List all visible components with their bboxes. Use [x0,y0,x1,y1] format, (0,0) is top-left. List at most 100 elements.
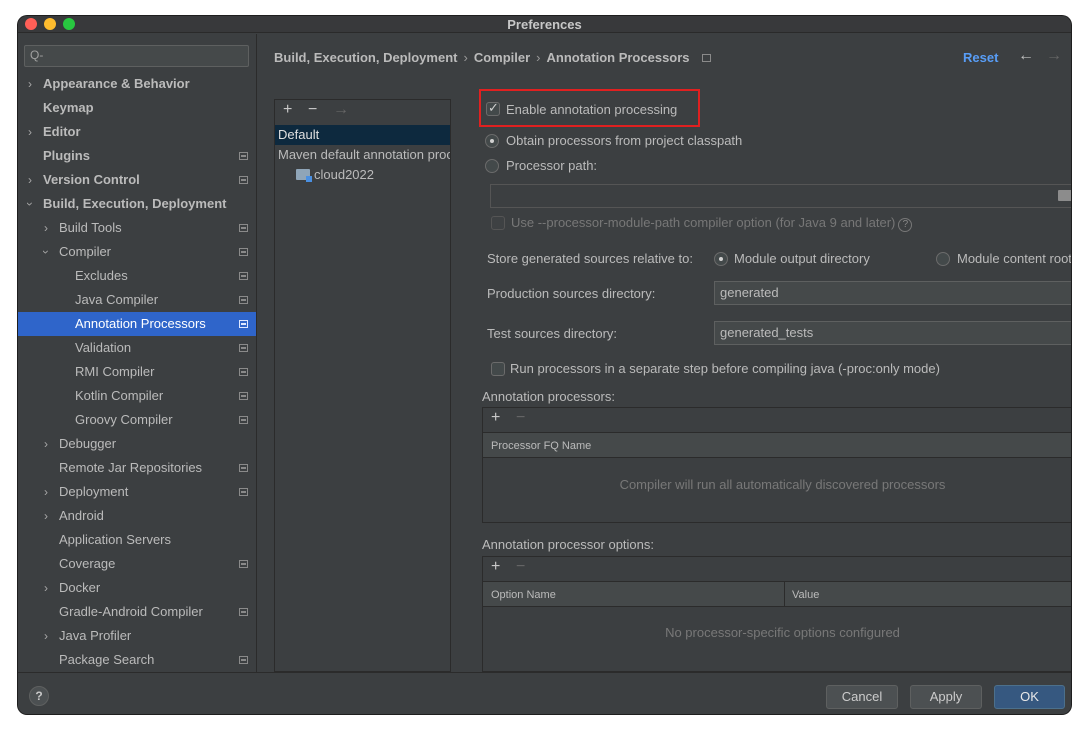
sidebar-item-label: Annotation Processors [75,316,206,331]
reset-link[interactable]: Reset [963,50,998,65]
profile-item-maven-default[interactable]: Maven default annotation processors prof… [275,145,450,165]
sidebar-item-gradle-android-compiler[interactable]: Gradle-Android Compiler [18,600,256,624]
sidebar-item-java-compiler[interactable]: Java Compiler [18,288,256,312]
sidebar-item-label: Gradle-Android Compiler [59,604,203,619]
search-input[interactable]: Q- [24,45,249,67]
sidebar-item-label: Debugger [59,436,117,451]
project-settings-icon [239,320,248,328]
sidebar-item-label: Groovy Compiler [75,412,173,427]
dialog-footer: ? Cancel Apply OK [18,672,1071,714]
add-processor-button[interactable]: + [491,409,500,427]
sidebar-item-label: Validation [75,340,132,355]
sidebar-item-keymap[interactable]: Keymap [18,96,256,120]
sidebar-item-build-execution-deployment[interactable]: › Build, Execution, Deployment [18,192,256,216]
options-toolbar: + − [483,557,1071,581]
remove-processor-button[interactable]: − [516,409,525,427]
enable-annotation-processing-checkbox[interactable] [486,100,500,116]
back-arrow-icon[interactable]: ← [1018,47,1034,65]
chevron-down-icon: › [39,250,53,254]
project-settings-icon [239,488,248,496]
processor-options-table: + − Option Name Value No processor-speci… [482,556,1071,672]
project-settings-icon [239,392,248,400]
breadcrumb-item-current: Annotation Processors [546,50,690,65]
sidebar-item-java-profiler[interactable]: › Java Profiler [18,624,256,648]
column-header-option-name[interactable]: Option Name [491,582,556,608]
profile-module-cloud2022[interactable]: cloud2022 [275,165,450,185]
sidebar-item-rmi-compiler[interactable]: RMI Compiler [18,360,256,384]
options-table-header: Option Name Value [483,581,1071,607]
module-output-directory-radio[interactable] [714,252,728,266]
processors-table-header: Processor FQ Name [483,432,1071,458]
sidebar-item-android[interactable]: › Android [18,504,256,528]
breadcrumb-separator: › [536,50,541,65]
move-profile-button[interactable]: → [333,101,349,119]
sidebar-item-label: Build, Execution, Deployment [43,196,227,211]
sidebar-item-appearance-behavior[interactable]: › Appearance & Behavior [18,72,256,96]
apply-button[interactable]: Apply [910,685,982,709]
obtain-from-classpath-radio[interactable] [485,134,499,148]
sidebar-item-label: RMI Compiler [75,364,155,379]
sidebar-item-application-servers[interactable]: Application Servers [18,528,256,552]
sidebar-item-compiler[interactable]: › Compiler [18,240,256,264]
module-content-root-radio[interactable] [936,252,950,266]
chevron-right-icon: › [44,221,48,235]
sidebar-item-label: Editor [43,124,81,139]
sidebar-item-docker[interactable]: › Docker [18,576,256,600]
project-settings-icon [239,368,248,376]
sidebar-item-kotlin-compiler[interactable]: Kotlin Compiler [18,384,256,408]
column-header-processor-fq-name[interactable]: Processor FQ Name [491,433,591,459]
separate-step-checkbox[interactable] [491,362,505,376]
breadcrumb-item[interactable]: Compiler [474,50,530,65]
sidebar-item-debugger[interactable]: › Debugger [18,432,256,456]
sidebar-item-excludes[interactable]: Excludes [18,264,256,288]
sidebar-item-label: Package Search [59,652,155,667]
project-settings-icon [239,608,248,616]
sidebar-item-label: Docker [59,580,101,595]
sidebar-item-label: Android [59,508,104,523]
help-icon[interactable]: ? [898,218,913,232]
sidebar-item-label: Kotlin Compiler [75,388,164,403]
processor-path-field[interactable] [490,184,1071,208]
project-settings-icon [239,416,248,424]
sidebar-item-validation[interactable]: Validation [18,336,256,360]
sidebar-item-remote-jar-repositories[interactable]: Remote Jar Repositories [18,456,256,480]
processor-module-path-checkbox[interactable] [491,216,505,230]
breadcrumb-item[interactable]: Build, Execution, Deployment [274,50,457,65]
processors-toolbar: + − [483,408,1071,432]
test-sources-input[interactable]: generated_tests [714,321,1071,345]
help-button[interactable]: ? [29,686,49,706]
sidebar-item-annotation-processors[interactable]: Annotation Processors [18,312,256,336]
sidebar-item-package-search[interactable]: Package Search [18,648,256,672]
sidebar-item-version-control[interactable]: › Version Control [18,168,256,192]
sidebar-item-label: Appearance & Behavior [43,76,190,91]
browse-folder-icon[interactable] [1058,190,1071,201]
profiles-toolbar: + − → [275,100,450,124]
remove-profile-button[interactable]: − [308,101,317,119]
project-settings-icon [239,560,248,568]
add-option-button[interactable]: + [491,558,500,576]
project-settings-icon [239,464,248,472]
forward-arrow-icon[interactable]: → [1046,47,1062,65]
ok-button[interactable]: OK [994,685,1065,709]
sidebar-item-label: Deployment [59,484,129,499]
sidebar-item-plugins[interactable]: Plugins [18,144,256,168]
remove-option-button[interactable]: − [516,558,525,576]
sidebar-item-coverage[interactable]: Coverage [18,552,256,576]
column-divider[interactable] [784,582,785,606]
chevron-right-icon: › [44,437,48,451]
column-header-value[interactable]: Value [792,582,819,608]
cancel-button[interactable]: Cancel [826,685,898,709]
sidebar-item-editor[interactable]: › Editor [18,120,256,144]
enable-annotation-processing-label: Enable annotation processing [506,102,678,117]
profiles-list: + − → Default Maven default annotation p… [274,99,451,672]
add-profile-button[interactable]: + [283,101,292,119]
module-content-root-label: Module content root [957,251,1071,266]
test-sources-label: Test sources directory: [487,326,618,341]
sidebar-item-build-tools[interactable]: › Build Tools [18,216,256,240]
sidebar-item-deployment[interactable]: › Deployment [18,480,256,504]
processor-path-label: Processor path: [506,158,598,173]
sidebar-item-groovy-compiler[interactable]: Groovy Compiler [18,408,256,432]
processor-path-radio[interactable] [485,159,499,173]
profile-item-default[interactable]: Default [275,125,450,145]
production-sources-input[interactable]: generated [714,281,1071,305]
